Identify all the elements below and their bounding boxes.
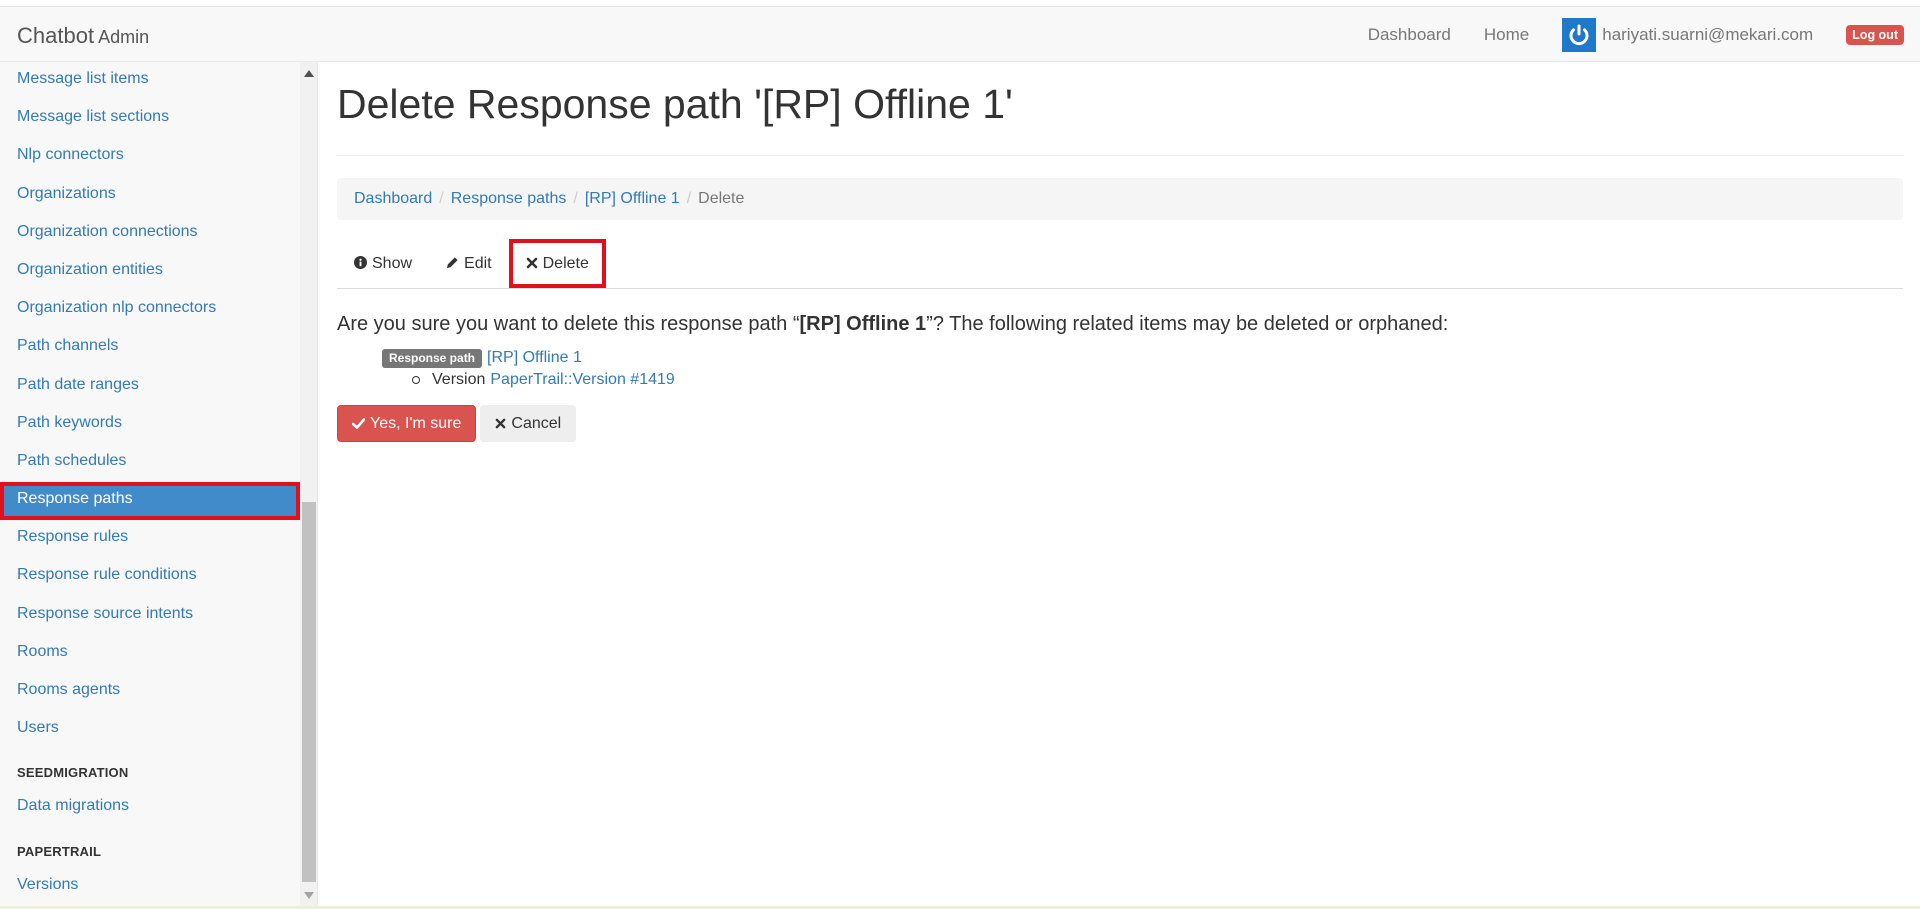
sidebar-item-rooms[interactable]: Rooms [0, 635, 300, 673]
check-icon [351, 416, 366, 432]
pencil-icon [446, 256, 459, 272]
scroll-down-arrow-icon[interactable] [304, 892, 314, 899]
sidebar-item-data-migrations[interactable]: Data migrations [0, 789, 300, 827]
cancel-label: Cancel [511, 414, 562, 432]
sidebar-item-nlp-connectors[interactable]: Nlp connectors [0, 138, 300, 176]
sidebar-item-message-list-items[interactable]: Message list items [0, 62, 300, 100]
confirm-delete-button[interactable]: Yes, I'm sure [337, 405, 477, 442]
list-item: Version PaperTrail::Version #1419 [382, 369, 1903, 391]
sidebar-item-organizations[interactable]: Organizations [0, 177, 300, 215]
sidebar: Message list items Message list sections… [0, 62, 318, 909]
close-icon [495, 416, 506, 432]
breadcrumb-separator: / [686, 190, 692, 207]
cancel-button[interactable]: Cancel [480, 405, 577, 442]
related-record-link[interactable]: [RP] Offline 1 [487, 349, 582, 367]
power-icon [1562, 18, 1597, 52]
tab-edit-label: Edit [464, 254, 492, 272]
nav-right: Dashboard Home hariyati.suarni@mekari.co… [1368, 7, 1920, 63]
sidebar-item-response-source-intents[interactable]: Response source intents [0, 597, 300, 635]
action-tabs: Show Edit Delete [337, 239, 1903, 289]
sidebar-item-message-list-sections[interactable]: Message list sections [0, 100, 300, 138]
breadcrumb-dashboard[interactable]: Dashboard [354, 190, 432, 208]
sidebar-item-organization-entities[interactable]: Organization entities [0, 253, 300, 291]
breadcrumb: Dashboard / Response paths / [RP] Offlin… [337, 178, 1903, 220]
sidebar-item-response-rule-conditions[interactable]: Response rule conditions [0, 558, 300, 596]
tab-edit[interactable]: Edit [429, 239, 509, 288]
related-version-link[interactable]: PaperTrail::Version #1419 [490, 371, 674, 389]
sidebar-item-path-keywords[interactable]: Path keywords [0, 406, 300, 444]
sidebar-item-rooms-agents[interactable]: Rooms agents [0, 673, 300, 711]
close-icon [526, 256, 538, 272]
brand[interactable]: Chatbot Admin [17, 23, 149, 49]
sidebar-item-path-date-ranges[interactable]: Path date ranges [0, 368, 300, 406]
nav-home-link[interactable]: Home [1484, 25, 1529, 45]
sidebar-section-papertrail: PAPERTRAIL [17, 843, 102, 859]
breadcrumb-response-paths[interactable]: Response paths [451, 190, 567, 208]
delete-confirm-message: Are you sure you want to delete this res… [337, 311, 1903, 337]
tab-delete[interactable]: Delete [508, 239, 606, 288]
user-email: hariyati.suarni@mekari.com [1602, 25, 1814, 44]
tab-show-label: Show [372, 254, 413, 272]
sidebar-item-response-rules[interactable]: Response rules [0, 520, 300, 558]
confirm-delete-label: Yes, I'm sure [370, 414, 462, 432]
confirm-prefix: Are you sure you want to delete this res… [337, 313, 800, 335]
confirm-record-name: [RP] Offline 1 [799, 313, 927, 335]
breadcrumb-separator: / [573, 190, 578, 207]
confirm-suffix: ”? The following related items may be de… [926, 313, 1449, 335]
breadcrumb-separator: / [439, 190, 444, 207]
circle-bullet-icon [412, 376, 420, 384]
sidebar-item-versions[interactable]: Versions [0, 868, 300, 906]
sidebar-item-response-paths[interactable]: Response paths [0, 482, 300, 521]
sidebar-list: Message list items Message list sections… [0, 62, 300, 906]
user-menu[interactable]: hariyati.suarni@mekari.com [1562, 18, 1813, 52]
sidebar-section-seedmigration: SEEDMIGRATION [17, 765, 129, 781]
logout-button[interactable]: Log out [1846, 25, 1904, 45]
sidebar-item-organization-nlp-connectors[interactable]: Organization nlp connectors [0, 291, 300, 329]
scroll-thumb[interactable] [302, 502, 316, 882]
sidebar-item-path-channels[interactable]: Path channels [0, 329, 300, 367]
top-navbar: Chatbot Admin Dashboard Home hariyati.sua… [0, 6, 1920, 62]
sidebar-item-path-schedules[interactable]: Path schedules [0, 444, 300, 482]
brand-title: Chatbot [17, 23, 95, 48]
nav-dashboard-link[interactable]: Dashboard [1368, 25, 1451, 45]
form-actions: Yes, I'm sure Cancel [337, 405, 1903, 442]
info-icon [354, 255, 367, 272]
main-content: Delete Response path '[RP] Offline 1' Da… [337, 62, 1903, 442]
page-title: Delete Response path '[RP] Offline 1' [337, 82, 1903, 156]
list-item: Response path [RP] Offline 1 [382, 347, 1903, 369]
breadcrumb-record[interactable]: [RP] Offline 1 [585, 190, 680, 208]
model-label: Response path [382, 348, 483, 368]
tab-delete-label: Delete [542, 254, 589, 272]
scroll-up-arrow-icon[interactable] [304, 70, 314, 77]
sidebar-scrollbar[interactable] [300, 62, 317, 909]
tab-show[interactable]: Show [337, 239, 429, 288]
related-items: Response path [RP] Offline 1 Version Pap… [337, 347, 1903, 391]
sidebar-item-users[interactable]: Users [0, 711, 300, 749]
related-sub-label: Version [432, 371, 486, 388]
breadcrumb-current: Delete [698, 190, 745, 207]
sidebar-item-organization-connections[interactable]: Organization connections [0, 215, 300, 253]
brand-subtitle: Admin [98, 27, 150, 47]
